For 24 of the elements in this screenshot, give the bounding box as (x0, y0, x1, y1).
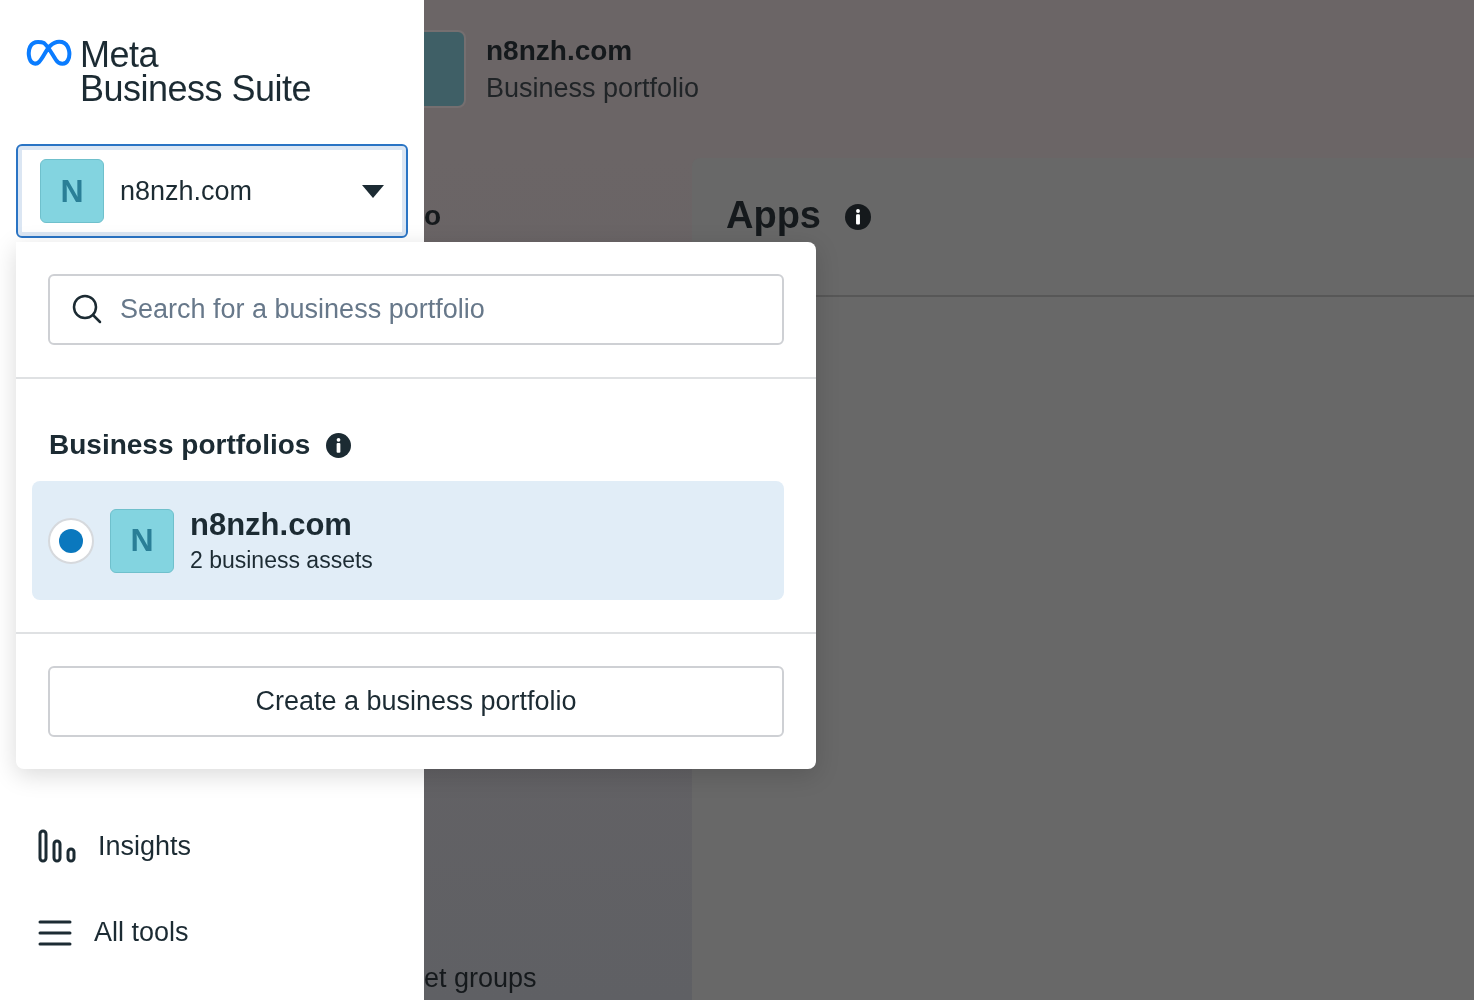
card-title: Apps (726, 194, 821, 237)
info-icon[interactable] (326, 432, 352, 458)
nav-item[interactable]: Insights (16, 829, 408, 863)
portfolio-option[interactable]: N n8nzh.com 2 business assets (32, 481, 784, 600)
menu-icon (38, 919, 72, 946)
brand-name: Meta (80, 38, 159, 72)
portfolio-subtitle: Business portfolio (486, 72, 700, 104)
infinity-logo-icon (26, 38, 72, 68)
brand-name: Business Suite (80, 72, 312, 106)
portfolio-avatar: N (110, 508, 174, 573)
account-selector[interactable]: N n8nzh.com (16, 144, 408, 238)
portfolio-detail: 2 business assets (190, 547, 373, 574)
radio-button[interactable] (48, 517, 94, 564)
create-portfolio-button[interactable]: Create a business portfolio (48, 666, 784, 737)
portfolio-name: n8nzh.com (190, 507, 353, 543)
section-title: Business portfolios (49, 429, 311, 461)
section-heading: o (424, 200, 443, 232)
info-icon[interactable] (845, 204, 871, 230)
caret-icon (362, 184, 384, 198)
bar-chart-icon (38, 829, 76, 863)
account-avatar: N (40, 159, 104, 223)
search-field[interactable]: Search for a business portfolio (48, 274, 784, 345)
portfolio-title: n8nzh.com (486, 34, 634, 67)
nav-item[interactable]: All tools (16, 917, 408, 948)
